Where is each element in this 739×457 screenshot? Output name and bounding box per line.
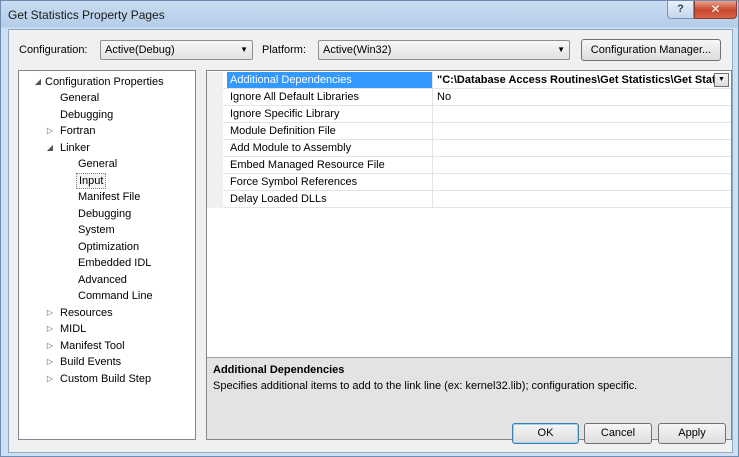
description-text: Specifies additional items to add to the… bbox=[213, 380, 638, 392]
cancel-button[interactable]: Cancel bbox=[584, 423, 652, 444]
platform-select[interactable]: Active(Win32) ▼ bbox=[318, 40, 570, 60]
property-value[interactable] bbox=[434, 174, 731, 190]
title-bar[interactable]: Get Statistics Property Pages ? ✕ bbox=[1, 1, 738, 28]
help-button[interactable]: ? bbox=[667, 1, 694, 19]
tree-node-label: Resources bbox=[60, 307, 113, 319]
property-dropdown-button[interactable]: ▼ bbox=[714, 73, 729, 87]
property-name[interactable]: Delay Loaded DLLs bbox=[227, 191, 433, 207]
property-pages-window: Get Statistics Property Pages ? ✕ Config… bbox=[0, 0, 739, 457]
tree-node-label: Custom Build Step bbox=[60, 373, 152, 385]
expanded-triangle-icon[interactable]: ◢ bbox=[33, 74, 43, 90]
property-tree[interactable]: ◢ Configuration Properties General Debug… bbox=[18, 70, 196, 440]
tree-node-label: General bbox=[78, 158, 118, 170]
collapsed-triangle-icon[interactable]: ▷ bbox=[45, 123, 55, 139]
tree-node-label: Command Line bbox=[78, 290, 153, 302]
description-title: Additional Dependencies bbox=[213, 364, 345, 376]
configuration-manager-button[interactable]: Configuration Manager... bbox=[581, 39, 721, 61]
property-name[interactable]: Ignore All Default Libraries bbox=[227, 89, 433, 105]
close-icon: ✕ bbox=[710, 2, 721, 16]
platform-value: Active(Win32) bbox=[323, 44, 392, 56]
property-value[interactable] bbox=[434, 106, 731, 122]
grid-row-ignore-all-default-libraries[interactable]: Ignore All Default Libraries No bbox=[207, 89, 731, 106]
tree-node-label-selected: Input bbox=[76, 173, 107, 189]
expanded-triangle-icon[interactable]: ◢ bbox=[45, 140, 55, 156]
tree-node-label: Build Events bbox=[60, 356, 122, 368]
configuration-select[interactable]: Active(Debug) ▼ bbox=[100, 40, 253, 60]
tree-node-label: Debugging bbox=[78, 208, 132, 220]
property-value[interactable] bbox=[434, 157, 731, 173]
collapsed-triangle-icon[interactable]: ▷ bbox=[45, 338, 55, 354]
apply-button[interactable]: Apply bbox=[658, 423, 726, 444]
tree-node-label: General bbox=[60, 92, 100, 104]
configuration-value: Active(Debug) bbox=[105, 44, 175, 56]
grid-row-module-definition-file[interactable]: Module Definition File bbox=[207, 123, 731, 140]
grid-row-additional-dependencies[interactable]: Additional Dependencies "C:\Database Acc… bbox=[207, 72, 731, 89]
chevron-down-icon: ▼ bbox=[240, 45, 248, 54]
grid-row-ignore-specific-library[interactable]: Ignore Specific Library bbox=[207, 106, 731, 123]
property-name[interactable]: Embed Managed Resource File bbox=[227, 157, 433, 173]
platform-label: Platform: bbox=[262, 44, 307, 56]
grid-row-embed-managed-resource-file[interactable]: Embed Managed Resource File bbox=[207, 157, 731, 174]
tree-node-label: System bbox=[78, 224, 115, 236]
configuration-label: Configuration: bbox=[19, 44, 88, 56]
collapsed-triangle-icon[interactable]: ▷ bbox=[45, 321, 55, 337]
property-grid: Additional Dependencies "C:\Database Acc… bbox=[206, 70, 732, 440]
property-value[interactable] bbox=[434, 140, 731, 156]
grid-row-force-symbol-references[interactable]: Force Symbol References bbox=[207, 174, 731, 191]
tree-node-label: Debugging bbox=[60, 109, 114, 121]
property-name[interactable]: Additional Dependencies bbox=[227, 72, 433, 88]
property-name[interactable]: Ignore Specific Library bbox=[227, 106, 433, 122]
close-button[interactable]: ✕ bbox=[694, 1, 737, 19]
ok-button[interactable]: OK bbox=[512, 423, 579, 444]
tree-node-configuration-properties[interactable]: ◢ Configuration Properties bbox=[19, 74, 195, 90]
chevron-down-icon: ▼ bbox=[557, 45, 565, 54]
tree-node-label: Configuration Properties bbox=[45, 76, 164, 88]
grid-row-delay-loaded-dlls[interactable]: Delay Loaded DLLs bbox=[207, 191, 731, 208]
chevron-down-icon: ▼ bbox=[718, 76, 725, 83]
property-name[interactable]: Force Symbol References bbox=[227, 174, 433, 190]
property-value[interactable] bbox=[434, 191, 731, 207]
property-description-panel: Additional Dependencies Specifies additi… bbox=[207, 357, 731, 439]
tree-node-label: Manifest File bbox=[78, 191, 141, 203]
help-icon: ? bbox=[677, 3, 684, 15]
property-value-input[interactable]: "C:\Database Access Routines\Get Statist… bbox=[434, 72, 731, 88]
tree-node-label: Optimization bbox=[78, 241, 140, 253]
collapsed-triangle-icon[interactable]: ▷ bbox=[45, 354, 55, 370]
property-value[interactable] bbox=[434, 123, 731, 139]
property-name[interactable]: Add Module to Assembly bbox=[227, 140, 433, 156]
collapsed-triangle-icon[interactable]: ▷ bbox=[45, 305, 55, 321]
tree-node-label: Fortran bbox=[60, 125, 96, 137]
dialog-client-area: Configuration: Active(Debug) ▼ Platform:… bbox=[8, 29, 733, 453]
property-name[interactable]: Module Definition File bbox=[227, 123, 433, 139]
window-title: Get Statistics Property Pages bbox=[8, 8, 165, 22]
tree-node-label: Manifest Tool bbox=[60, 340, 125, 352]
tree-node-label: Linker bbox=[60, 142, 90, 154]
tree-node-label: Advanced bbox=[78, 274, 127, 286]
grid-row-add-module-to-assembly[interactable]: Add Module to Assembly bbox=[207, 140, 731, 157]
tree-node-label: Embedded IDL bbox=[78, 257, 152, 269]
property-value[interactable]: No bbox=[434, 89, 731, 105]
tree-node-label: MIDL bbox=[60, 323, 87, 335]
collapsed-triangle-icon[interactable]: ▷ bbox=[45, 371, 55, 387]
